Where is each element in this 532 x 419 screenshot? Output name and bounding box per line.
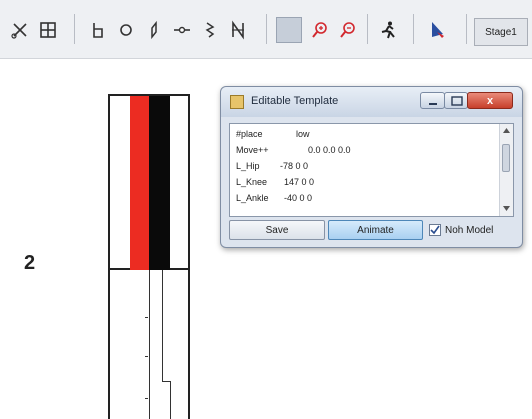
toolbar-separator bbox=[367, 14, 368, 44]
java-app-icon bbox=[230, 95, 244, 109]
template-line: L_Knee 147 0 0 bbox=[236, 177, 315, 187]
template-lines: #place low Move++ 0.0 0.0 0.0 L_Hip -78 0 0… bbox=[230, 124, 502, 216]
cursor-arrow-icon[interactable] bbox=[426, 16, 450, 44]
checkmark-icon bbox=[430, 225, 440, 235]
black-column-symbol[interactable] bbox=[149, 96, 170, 270]
scroll-up-arrow-icon[interactable] bbox=[503, 128, 510, 133]
staff-tick bbox=[145, 398, 148, 399]
connector-icon[interactable] bbox=[170, 16, 194, 44]
staff-tick bbox=[145, 317, 148, 318]
stage-button[interactable]: Stage1 bbox=[474, 18, 528, 46]
figure-run-icon[interactable] bbox=[376, 16, 400, 44]
row-number-label: 2 bbox=[24, 252, 36, 274]
staff-step-line-lower bbox=[170, 381, 171, 419]
noh-model-option[interactable]: Noh Model bbox=[429, 220, 493, 240]
template-line: Move++ 0.0 0.0 0.0 bbox=[236, 145, 351, 155]
template-line: L_Hip -78 0 0 bbox=[236, 161, 309, 171]
scissors-icon[interactable] bbox=[8, 16, 32, 44]
close-button[interactable]: x bbox=[467, 92, 513, 109]
toolbar-group-symbols bbox=[84, 14, 252, 46]
toolbar-group-edit bbox=[6, 14, 62, 46]
noh-model-label: Noh Model bbox=[445, 224, 494, 236]
red-column-symbol[interactable] bbox=[130, 96, 149, 270]
template-text-area[interactable]: #place low Move++ 0.0 0.0 0.0 L_Hip -78 0 0… bbox=[229, 123, 514, 217]
circle-icon[interactable] bbox=[114, 16, 138, 44]
minimize-button[interactable] bbox=[420, 92, 445, 109]
noh-model-checkbox[interactable] bbox=[429, 224, 441, 236]
template-line: L_Ankle -40 0 0 bbox=[236, 193, 313, 203]
grid-icon[interactable] bbox=[36, 16, 60, 44]
staff-inner-line bbox=[162, 270, 163, 382]
toolbar-group-animate bbox=[374, 14, 402, 46]
toolbar-separator bbox=[74, 14, 75, 44]
toolbar: Stage1 bbox=[0, 0, 532, 59]
toolbar-separator bbox=[413, 14, 414, 44]
pen-icon[interactable] bbox=[142, 16, 166, 44]
toolbar-separator bbox=[266, 14, 267, 44]
save-button[interactable]: Save bbox=[229, 220, 325, 240]
staff-center-line bbox=[149, 270, 150, 419]
toolbar-separator bbox=[466, 14, 467, 44]
staff-tick bbox=[145, 356, 148, 357]
grid-toggle-icon[interactable] bbox=[276, 17, 302, 43]
zoom-in-icon[interactable] bbox=[308, 16, 332, 44]
window-footer: Save Animate Noh Model bbox=[229, 220, 514, 242]
vertical-scrollbar[interactable] bbox=[499, 124, 513, 216]
toolbar-group-view bbox=[272, 14, 362, 46]
zoom-out-icon[interactable] bbox=[336, 16, 360, 44]
scrollbar-thumb[interactable] bbox=[502, 144, 510, 172]
flag-icon[interactable] bbox=[198, 16, 222, 44]
toolbar-group-select bbox=[424, 14, 452, 46]
maximize-button[interactable] bbox=[444, 92, 468, 109]
scroll-down-arrow-icon[interactable] bbox=[503, 206, 510, 211]
editable-template-window: Editable Template x #place low Move++ 0.0 … bbox=[220, 86, 523, 248]
template-line: #place low bbox=[236, 129, 310, 139]
zigzag-icon[interactable] bbox=[226, 16, 250, 44]
animate-button[interactable]: Animate bbox=[328, 220, 423, 240]
d-symbol-icon[interactable] bbox=[86, 16, 110, 44]
window-title: Editable Template bbox=[251, 95, 339, 107]
